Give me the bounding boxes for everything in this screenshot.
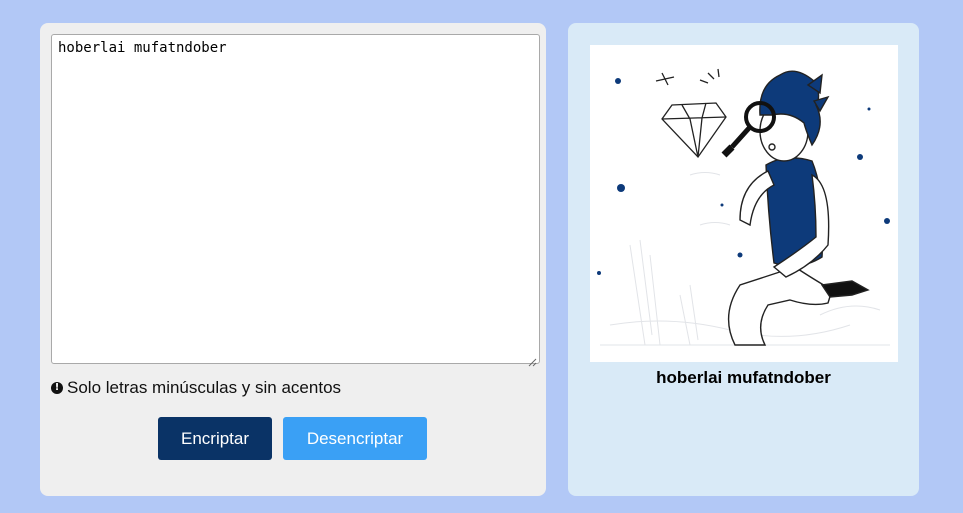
- person-magnifying-glass-illustration: [590, 45, 898, 362]
- decrypt-button[interactable]: Desencriptar: [283, 417, 427, 460]
- output-panel: hoberlai mufatndober: [568, 23, 919, 496]
- hint-text: Solo letras minúsculas y sin acentos: [67, 378, 342, 397]
- resize-grip-icon[interactable]: [527, 357, 537, 367]
- result-text: hoberlai mufatndober: [656, 368, 831, 387]
- input-panel: hoberlai mufatndober ! Solo letras minús…: [40, 23, 546, 496]
- message-input[interactable]: hoberlai mufatndober: [51, 34, 540, 364]
- illustration-graphic: [597, 68, 890, 346]
- exclamation-circle-icon: !: [51, 382, 63, 394]
- input-hint: ! Solo letras minúsculas y sin acentos: [51, 378, 341, 398]
- encrypt-button[interactable]: Encriptar: [158, 417, 272, 460]
